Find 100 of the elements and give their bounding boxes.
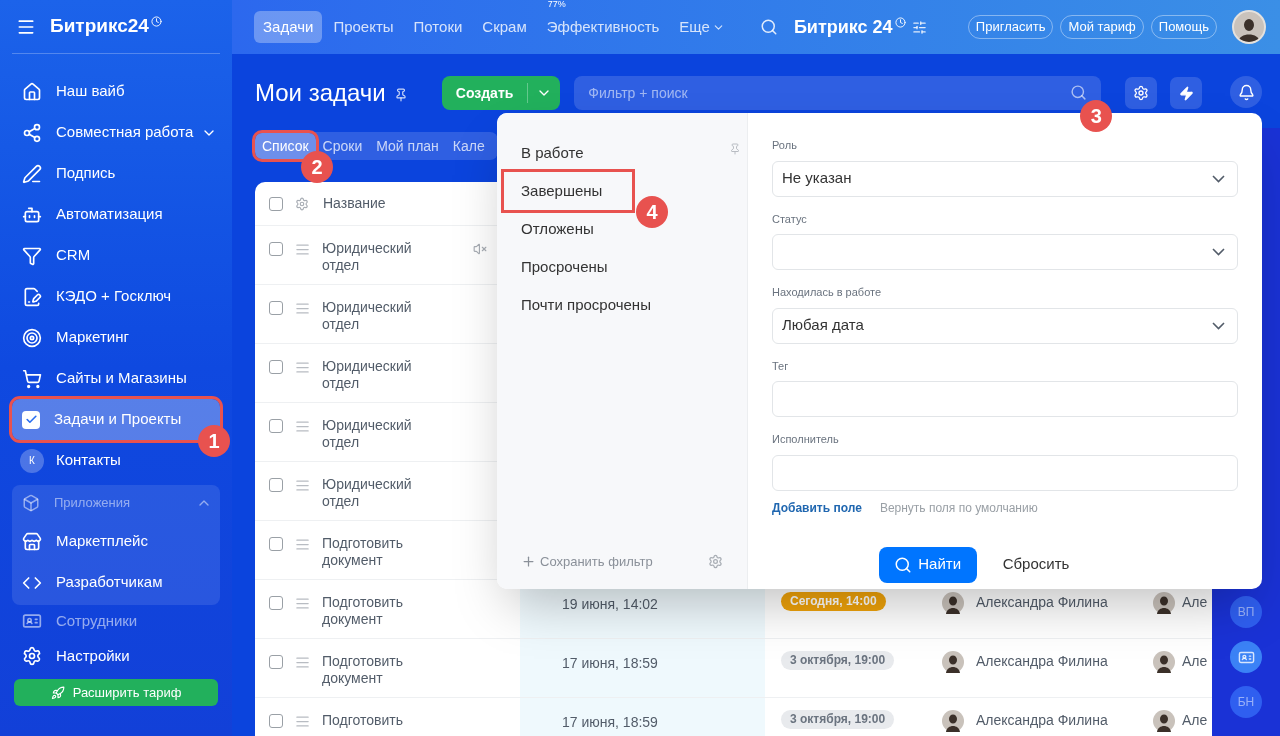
- app-logo[interactable]: Битрикс 24: [793, 13, 893, 41]
- checkbox[interactable]: [269, 537, 283, 551]
- task-title[interactable]: Подготовить: [322, 712, 432, 729]
- filter-preset[interactable]: Завершены: [504, 172, 633, 210]
- checkbox[interactable]: [269, 301, 283, 315]
- sidebar-item[interactable]: Разработчикам: [12, 562, 220, 603]
- lightning-icon: [1178, 85, 1194, 101]
- person-name[interactable]: Але: [1182, 651, 1208, 672]
- filter-preset[interactable]: Почти просрочены: [521, 286, 651, 324]
- select-field[interactable]: [772, 234, 1238, 270]
- plus-icon: [521, 553, 536, 569]
- checkbox[interactable]: [269, 655, 283, 669]
- task-title[interactable]: Юридический отдел: [322, 476, 432, 510]
- date-cell-text: 19 июня, 14:02: [562, 595, 658, 614]
- person-name[interactable]: Александра Филина: [976, 710, 1108, 731]
- field-label: Исполнитель: [772, 432, 840, 447]
- person-name[interactable]: Але: [1182, 592, 1208, 613]
- task-title[interactable]: Юридический отдел: [322, 358, 432, 392]
- filter-preset[interactable]: В работе: [521, 134, 584, 172]
- avatar-icon: [1153, 592, 1175, 614]
- settings-button[interactable]: [1125, 77, 1158, 109]
- notifications-button[interactable]: [1230, 76, 1262, 108]
- deadline-badge[interactable]: 3 октября, 19:00: [781, 651, 895, 670]
- add-field-link[interactable]: Добавить поле: [772, 498, 862, 517]
- search-icon: [894, 555, 913, 574]
- task-title[interactable]: Подготовить документ: [322, 594, 432, 628]
- contact-card-button[interactable]: [1230, 641, 1262, 673]
- find-button[interactable]: Найти: [878, 546, 977, 583]
- lightning-button[interactable]: [1170, 77, 1203, 109]
- person-name[interactable]: Александра Филина: [976, 592, 1108, 613]
- task-title[interactable]: Юридический отдел: [322, 417, 432, 451]
- sidebar-item[interactable]: Сотрудники: [12, 605, 220, 637]
- sidebar-item[interactable]: Сайты и Магазины: [12, 358, 195, 399]
- sidebar-item[interactable]: Наш вайб: [12, 71, 133, 112]
- checkbox[interactable]: [269, 714, 283, 728]
- settings-icon[interactable]: [708, 553, 723, 569]
- settings-icon[interactable]: [295, 196, 309, 211]
- sidebar-item[interactable]: Автоматизация: [12, 194, 171, 235]
- checkbox[interactable]: [269, 360, 283, 374]
- drag-handle-icon[interactable]: [295, 478, 310, 493]
- person-name[interactable]: Але: [1182, 710, 1208, 731]
- nav-tab[interactable]: Эффективность: [537, 11, 669, 43]
- nav-tab[interactable]: Скрам: [473, 11, 536, 43]
- select-field[interactable]: Не указан: [772, 160, 1238, 197]
- drag-handle-icon[interactable]: [295, 360, 310, 375]
- chevron-icon: [1212, 248, 1225, 256]
- filter-preset[interactable]: Отложены: [521, 210, 594, 248]
- checkbox[interactable]: [269, 596, 283, 610]
- task-title[interactable]: Подготовить документ: [322, 653, 432, 687]
- drag-handle-icon[interactable]: [295, 242, 310, 257]
- sidebar-item[interactable]: К Контакты: [12, 440, 129, 481]
- drag-handle-icon[interactable]: [295, 655, 310, 670]
- callout-number: 3: [1080, 100, 1113, 132]
- box-icon: [22, 494, 40, 512]
- drag-handle-icon[interactable]: [295, 714, 310, 729]
- callout-number: 1: [198, 425, 230, 457]
- deadline-badge[interactable]: 3 октября, 19:00: [781, 710, 895, 729]
- input-field[interactable]: [772, 381, 1238, 417]
- checkbox[interactable]: [269, 419, 283, 433]
- sidebar-item[interactable]: Маркетинг: [12, 317, 137, 358]
- view-tab[interactable]: Кале: [445, 133, 492, 159]
- drag-handle-icon[interactable]: [295, 537, 310, 552]
- drag-handle-icon[interactable]: [295, 301, 310, 316]
- drag-handle-icon[interactable]: [295, 596, 310, 611]
- app-logo[interactable]: Битрикс24: [50, 12, 149, 41]
- task-title[interactable]: Юридический отдел: [322, 240, 432, 274]
- filter-preset[interactable]: Просрочены: [521, 248, 608, 286]
- nav-tab[interactable]: Проекты: [324, 11, 403, 43]
- contact-avatar: К: [20, 448, 44, 473]
- clock-icon: [894, 16, 906, 28]
- sidebar-item[interactable]: Совместная работа: [12, 112, 226, 153]
- sliders-icon[interactable]: [911, 19, 927, 35]
- field-label: Находилась в работе: [772, 285, 883, 300]
- sidebar-item[interactable]: Маркетплейс: [12, 521, 220, 562]
- search-icon[interactable]: [759, 18, 778, 36]
- sidebar-item[interactable]: Настройки: [12, 637, 220, 675]
- nav-tab[interactable]: Потоки: [404, 11, 472, 43]
- sidebar-item[interactable]: КЭДО + Госключ: [12, 276, 180, 317]
- user-avatar[interactable]: [1232, 10, 1266, 44]
- column-header[interactable]: Название: [323, 193, 386, 214]
- task-title[interactable]: Подготовить документ: [322, 535, 432, 569]
- view-tab[interactable]: Список: [255, 133, 316, 159]
- nav-tab[interactable]: Еще: [670, 11, 734, 43]
- checkbox[interactable]: [269, 242, 283, 256]
- reset-button[interactable]: Сбросить: [1000, 546, 1072, 583]
- save-filter-link[interactable]: Сохранить фильтр: [540, 551, 653, 571]
- checkbox[interactable]: [269, 196, 283, 211]
- task-title[interactable]: Юридический отдел: [322, 299, 432, 333]
- select-field[interactable]: Любая дата: [772, 307, 1238, 344]
- sidebar-item[interactable]: Подпись: [12, 153, 124, 194]
- person-name[interactable]: Александра Филина: [976, 651, 1108, 672]
- view-tab[interactable]: Мой план: [369, 133, 446, 159]
- pin-icon[interactable]: [393, 88, 408, 102]
- id-card-icon: [22, 611, 42, 631]
- document-icon: [22, 286, 42, 307]
- sidebar-item[interactable]: CRM: [12, 235, 99, 276]
- drag-handle-icon[interactable]: [295, 419, 310, 434]
- rocket-icon: [50, 685, 65, 700]
- input-field[interactable]: [772, 454, 1238, 491]
- checkbox[interactable]: [269, 478, 283, 492]
